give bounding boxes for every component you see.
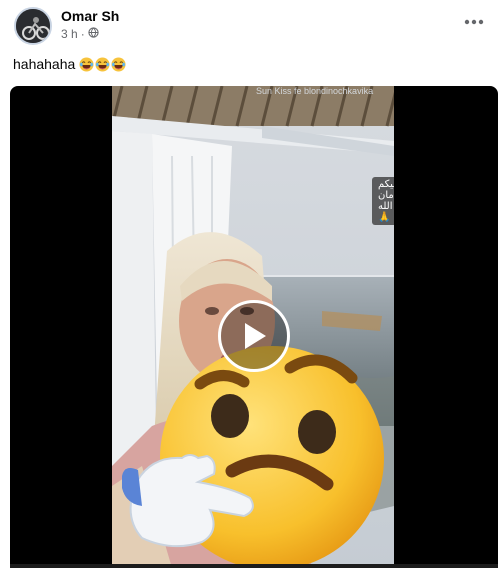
laughing-face-icon xyxy=(95,56,110,72)
overlay-username: Sun Kiss fe blondinochkavika xyxy=(256,86,374,96)
laughing-face-icon xyxy=(79,56,94,72)
globe-icon xyxy=(88,27,99,41)
more-horizontal-icon xyxy=(464,19,484,25)
caption-text: hahahaha xyxy=(13,56,76,72)
overlay-text: عليكم امان الله 🙏 xyxy=(372,177,394,225)
play-icon xyxy=(245,323,266,349)
caption-emoji xyxy=(79,56,126,72)
video-bottom-bar xyxy=(10,564,498,568)
video-player[interactable]: Sun Kiss fe blondinochkavika عليكم امان … xyxy=(10,86,498,568)
post-time[interactable]: 3 h xyxy=(61,27,78,41)
author-name[interactable]: Omar Sh xyxy=(61,8,119,24)
play-button[interactable] xyxy=(218,300,290,372)
post-caption: hahahaha xyxy=(13,56,126,72)
post-meta: 3 h · xyxy=(61,27,99,41)
laughing-face-icon xyxy=(111,56,126,72)
post-header: Omar Sh 3 h · xyxy=(0,0,500,52)
more-options-button[interactable] xyxy=(462,12,486,32)
avatar[interactable] xyxy=(14,7,52,45)
meta-separator: · xyxy=(80,27,85,41)
